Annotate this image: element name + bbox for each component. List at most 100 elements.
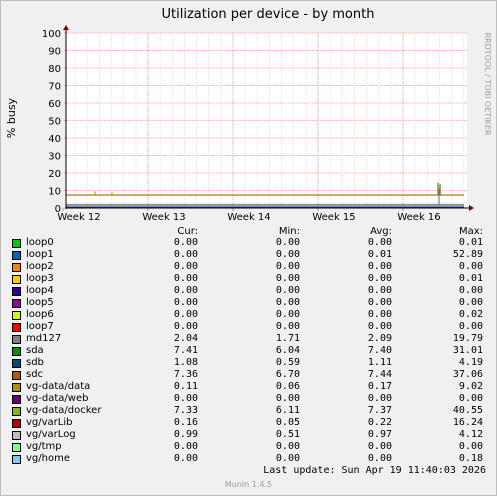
legend-value-min: 0.00 (275, 321, 300, 332)
legend-series-name: sdc (26, 369, 44, 380)
legend-swatch (12, 455, 21, 464)
legend-series-name: vg/tmp (26, 441, 62, 452)
legend-series-name: vg/varLog (26, 429, 76, 440)
legend-value-cur: 0.11 (173, 381, 198, 392)
legend-value-cur: 0.00 (173, 453, 198, 464)
legend-value-cur: 0.00 (173, 273, 198, 284)
legend-value-min: 0.00 (275, 309, 300, 320)
legend-value-cur: 2.04 (173, 333, 198, 344)
legend-value-avg: 7.44 (367, 369, 392, 380)
legend-value-max: 0.02 (458, 309, 483, 320)
legend-series-name: loop1 (26, 249, 54, 260)
legend-value-avg: 0.00 (367, 297, 392, 308)
legend-value-avg: 1.11 (367, 357, 392, 368)
legend-value-cur: 0.00 (173, 237, 198, 248)
legend-value-min: 0.06 (275, 381, 300, 392)
legend-value-cur: 7.36 (173, 369, 198, 380)
legend-value-min: 6.70 (275, 369, 300, 380)
legend-value-min: 0.00 (275, 273, 300, 284)
legend-value-cur: 7.41 (173, 345, 198, 356)
legend-value-cur: 0.99 (173, 429, 198, 440)
legend-series-name: vg/home (26, 453, 70, 464)
legend-value-max: 4.12 (458, 429, 483, 440)
legend-value-avg: 0.00 (367, 393, 392, 404)
legend-swatch (12, 239, 21, 248)
legend-value-min: 0.59 (275, 357, 300, 368)
legend-swatch (12, 275, 21, 284)
legend-value-min: 0.00 (275, 261, 300, 272)
legend-swatch (12, 407, 21, 416)
legend-value-min: 0.00 (275, 453, 300, 464)
legend-series-name: vg/varLib (26, 417, 73, 428)
legend-swatch (12, 287, 21, 296)
legend-series-name: loop3 (26, 273, 54, 284)
legend-swatch (12, 443, 21, 452)
legend-series-name: sda (26, 345, 44, 356)
legend-series-name: loop7 (26, 321, 54, 332)
legend-value-avg: 0.22 (367, 417, 392, 428)
legend-series-name: loop0 (26, 237, 54, 248)
legend-value-avg: 0.00 (367, 309, 392, 320)
legend-value-min: 6.04 (275, 345, 300, 356)
legend-value-avg: 0.00 (367, 237, 392, 248)
legend-value-max: 0.00 (458, 285, 483, 296)
legend-value-max: 0.00 (458, 297, 483, 308)
legend-value-min: 0.00 (275, 285, 300, 296)
legend-swatch (12, 311, 21, 320)
legend-value-avg: 7.37 (367, 405, 392, 416)
legend-swatch (12, 431, 21, 440)
column-min-header: Min: (278, 226, 300, 237)
legend-value-cur: 0.00 (173, 393, 198, 404)
legend-series-name: loop6 (26, 309, 54, 320)
legend-value-cur: 0.16 (173, 417, 198, 428)
legend-value-min: 0.00 (275, 237, 300, 248)
column-max-header: Max: (458, 226, 483, 237)
legend-value-avg: 0.00 (367, 453, 392, 464)
column-cur-header: Cur: (177, 226, 198, 237)
legend: Cur: Min: Avg: Max: loop0 0.00 0.00 0.00 0.0… (0, 0, 497, 496)
legend-value-avg: 0.00 (367, 261, 392, 272)
legend-swatch (12, 371, 21, 380)
legend-value-max: 0.00 (458, 441, 483, 452)
legend-series-name: vg-data/data (26, 381, 91, 392)
legend-value-cur: 7.33 (173, 405, 198, 416)
legend-value-min: 1.71 (275, 333, 300, 344)
column-avg-header: Avg: (370, 226, 392, 237)
legend-value-min: 0.00 (275, 393, 300, 404)
legend-value-max: 16.24 (452, 417, 483, 428)
legend-series-name: md127 (26, 333, 62, 344)
legend-series-name: sdb (26, 357, 44, 368)
legend-value-avg: 0.17 (367, 381, 392, 392)
legend-value-avg: 0.00 (367, 285, 392, 296)
legend-series-name: loop4 (26, 285, 54, 296)
legend-value-max: 9.02 (458, 381, 483, 392)
legend-value-cur: 0.00 (173, 297, 198, 308)
legend-value-max: 40.55 (452, 405, 483, 416)
legend-value-avg: 7.40 (367, 345, 392, 356)
legend-series-name: loop2 (26, 261, 54, 272)
legend-swatch (12, 251, 21, 260)
legend-value-max: 4.19 (458, 357, 483, 368)
legend-swatch (12, 383, 21, 392)
legend-value-max: 19.79 (452, 333, 483, 344)
legend-value-min: 0.51 (275, 429, 300, 440)
legend-value-max: 0.01 (458, 237, 483, 248)
legend-value-max: 52.89 (452, 249, 483, 260)
legend-value-cur: 0.00 (173, 441, 198, 452)
legend-series-name: vg-data/docker (26, 405, 102, 416)
legend-value-avg: 0.00 (367, 321, 392, 332)
legend-value-cur: 1.08 (173, 357, 198, 368)
legend-swatch (12, 395, 21, 404)
legend-series-name: loop5 (26, 297, 54, 308)
legend-value-max: 0.00 (458, 393, 483, 404)
legend-value-min: 0.05 (275, 417, 300, 428)
legend-swatch (12, 347, 21, 356)
legend-value-cur: 0.00 (173, 285, 198, 296)
legend-swatch (12, 323, 21, 332)
last-update: Last update: Sun Apr 19 11:40:03 2026 (263, 465, 486, 476)
legend-value-cur: 0.00 (173, 261, 198, 272)
legend-value-min: 0.00 (275, 249, 300, 260)
legend-value-avg: 0.97 (367, 429, 392, 440)
legend-value-max: 0.00 (458, 321, 483, 332)
legend-value-max: 0.01 (458, 273, 483, 284)
